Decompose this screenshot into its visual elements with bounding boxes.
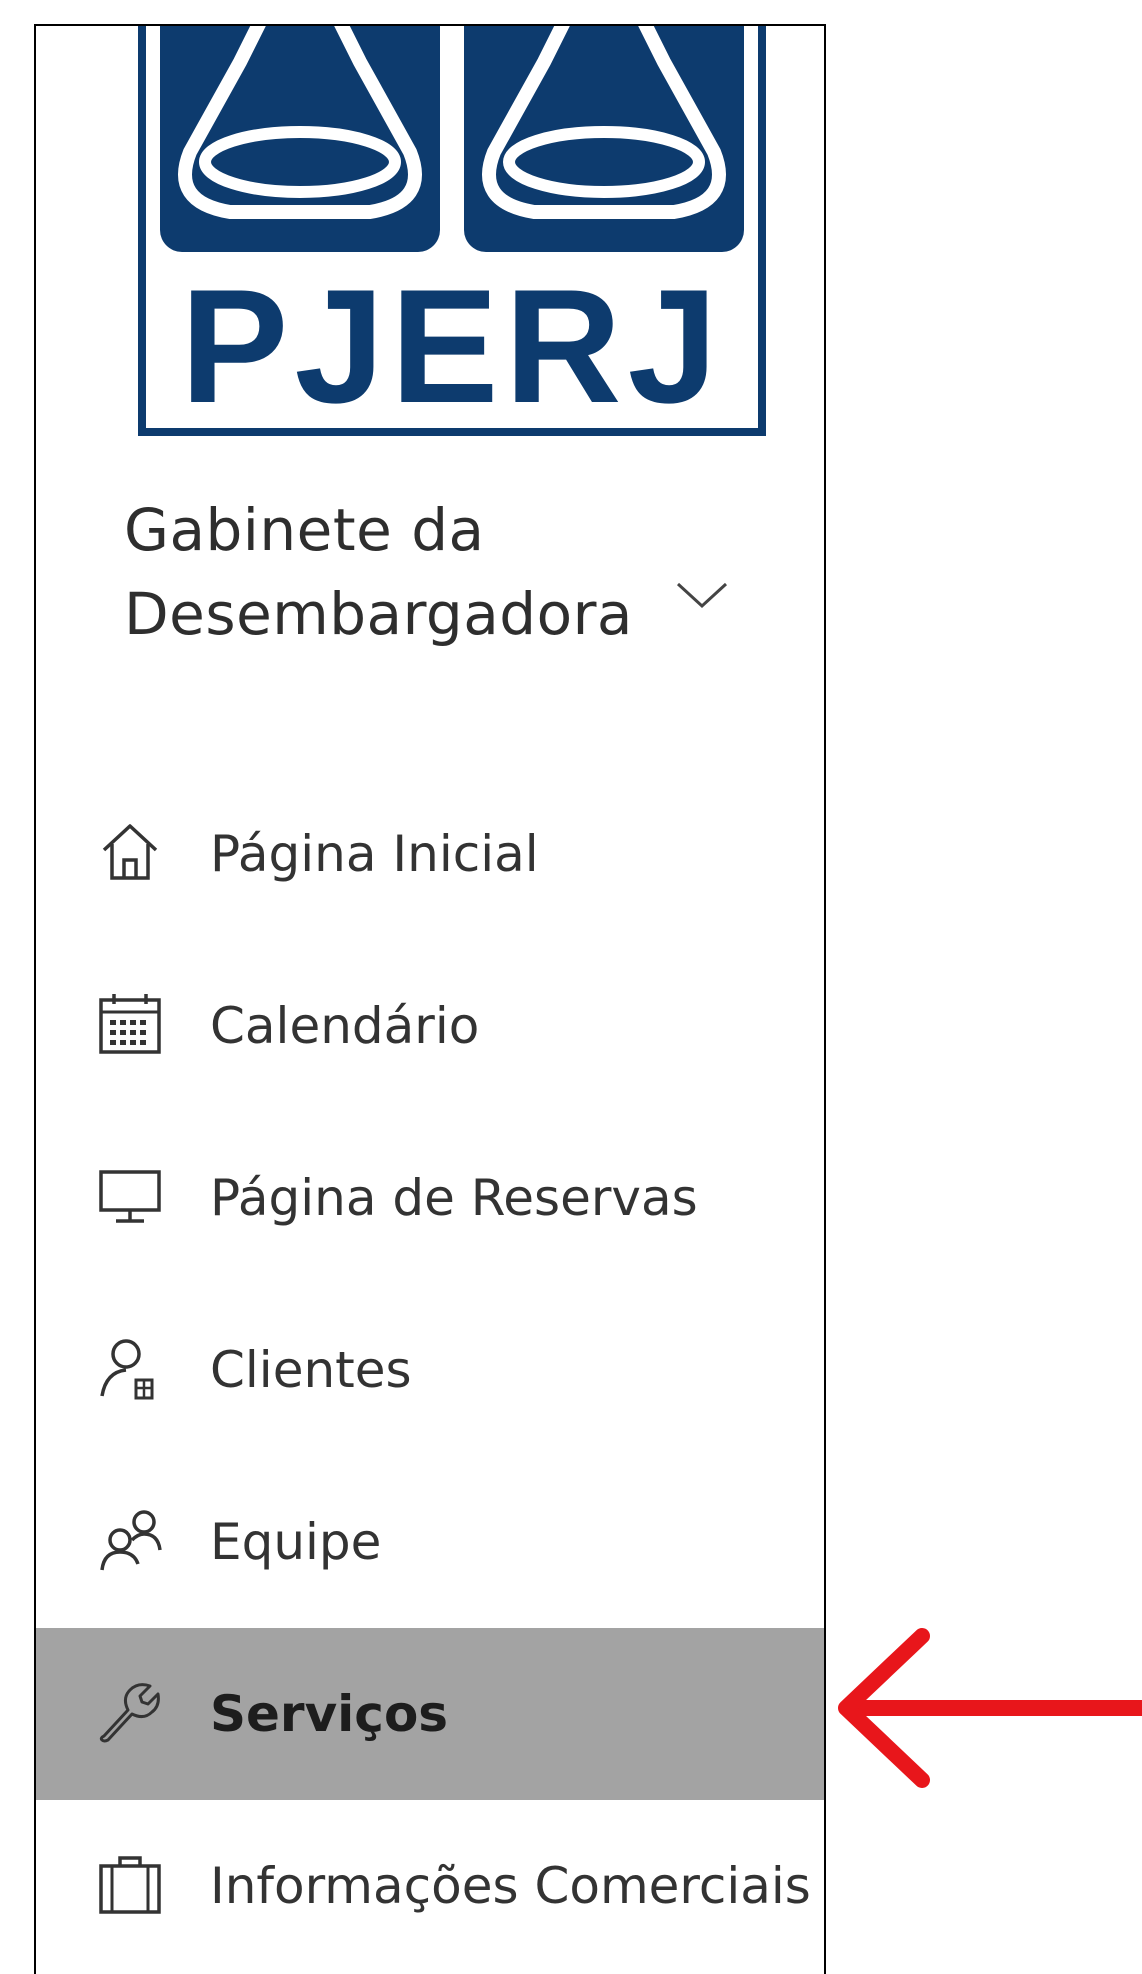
nav-item-label: Informações Comerciais: [210, 1857, 811, 1915]
nav-item-pagina-de-reservas[interactable]: Página de Reservas: [36, 1112, 824, 1284]
home-icon: [102, 824, 158, 880]
red-arrow-annotation: [838, 1628, 1142, 1788]
chevron-down-icon[interactable]: [672, 574, 732, 614]
nav-item-label: Página de Reservas: [210, 1169, 698, 1227]
site-title[interactable]: Gabinete da Desembargadora: [124, 488, 633, 656]
site-title-line1: Gabinete da: [124, 496, 485, 564]
pjerj-logo: PJERJ: [130, 26, 774, 446]
nav-item-pagina-inicial[interactable]: Página Inicial: [36, 768, 824, 940]
nav-item-label: Página Inicial: [210, 825, 539, 883]
people-icon: [100, 1510, 162, 1571]
site-title-line2: Desembargadora: [124, 580, 633, 648]
nav-item-calendario[interactable]: Calendário: [36, 940, 824, 1112]
wrench-icon: [99, 1683, 160, 1743]
navigation-panel: PJERJ Gabinete da Desembargadora Página …: [34, 24, 826, 1974]
calendar-icon: [99, 994, 161, 1054]
briefcase-icon: [99, 1856, 161, 1914]
nav-item-informacoes-comerciais[interactable]: Informações Comerciais: [36, 1800, 824, 1972]
nav-item-servicos[interactable]: Serviços: [36, 1628, 824, 1800]
person-badge-icon: [100, 1339, 154, 1400]
nav-item-label: Equipe: [210, 1513, 382, 1571]
nav-item-label: Calendário: [210, 997, 480, 1055]
monitor-icon: [99, 1170, 161, 1223]
nav-item-label: Serviços: [210, 1685, 449, 1743]
logo-wordmark: PJERJ: [180, 256, 723, 437]
nav-item-label: Clientes: [210, 1341, 412, 1399]
nav-item-equipe[interactable]: Equipe: [36, 1456, 824, 1628]
nav-item-clientes[interactable]: Clientes: [36, 1284, 824, 1456]
